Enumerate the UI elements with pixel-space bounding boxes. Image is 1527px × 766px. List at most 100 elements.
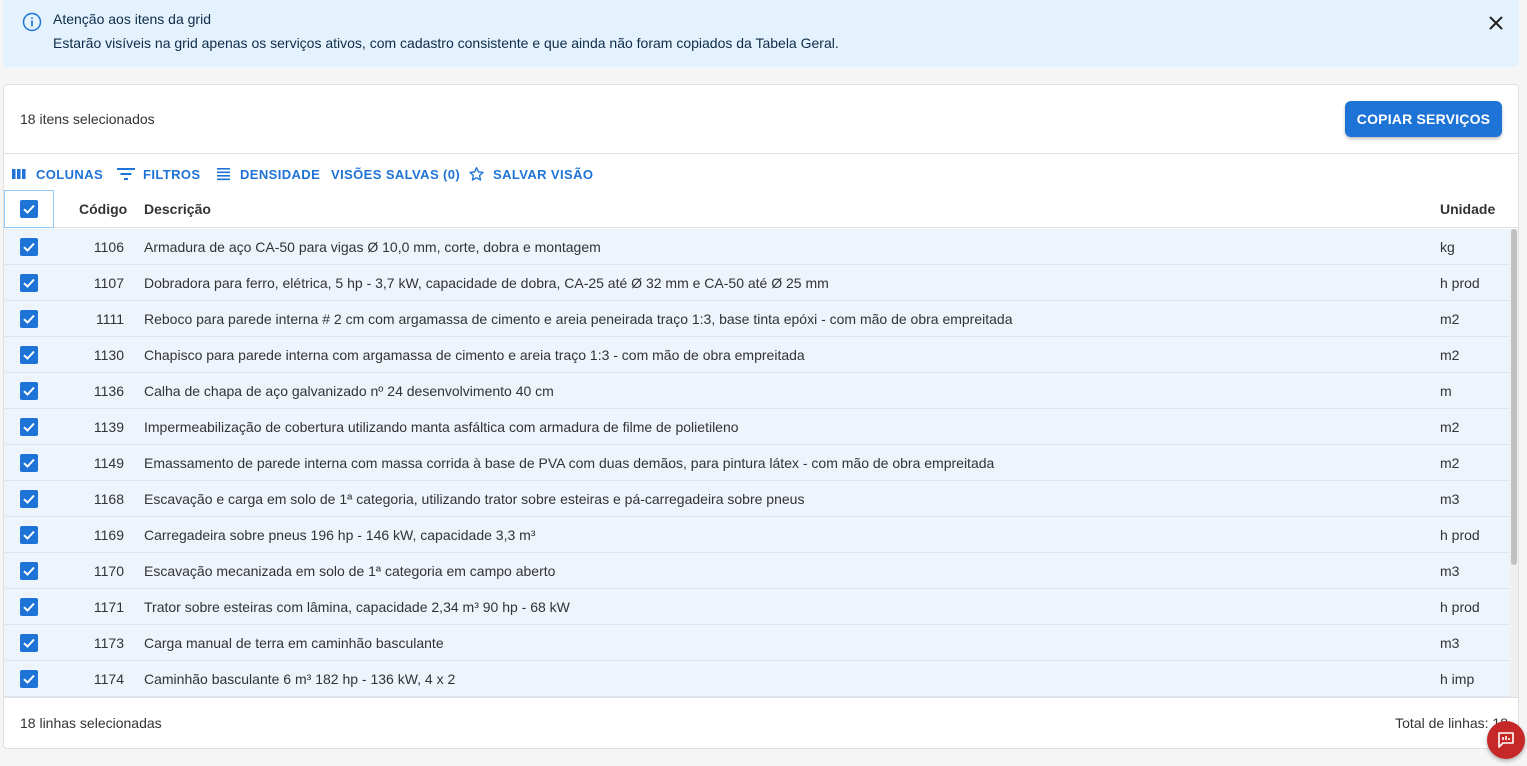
table-row[interactable]: 1170 Escavação mecanizada em solo de 1ª c… — [4, 553, 1510, 589]
row-checkbox[interactable] — [20, 310, 38, 328]
cell-unit: m3 — [1440, 635, 1460, 651]
grid-header: Código Descrição Unidade — [4, 190, 1518, 228]
cell-unit: m — [1440, 383, 1452, 399]
check-icon — [23, 530, 35, 540]
row-checkbox[interactable] — [20, 418, 38, 436]
scroll-thumb[interactable] — [1511, 229, 1517, 565]
cell-unit: h prod — [1440, 527, 1480, 543]
table-row[interactable]: 1106 Armadura de aço CA-50 para vigas Ø 1… — [4, 229, 1510, 265]
cell-unit: kg — [1440, 239, 1455, 255]
table-row[interactable]: 1130 Chapisco para parede interna com arg… — [4, 337, 1510, 373]
feedback-icon — [1498, 732, 1514, 748]
table-row[interactable]: 1173 Carga manual de terra em caminhão ba… — [4, 625, 1510, 661]
cell-unit: m3 — [1440, 491, 1460, 507]
alert-title: Atenção aos itens da grid — [53, 11, 211, 27]
grid-footer: 18 linhas selecionadas Total de linhas: … — [4, 697, 1518, 749]
columns-icon — [12, 169, 26, 179]
cell-unit: m3 — [1440, 563, 1460, 579]
cell-unit: m2 — [1440, 419, 1460, 435]
cell-description: Escavação mecanizada em solo de 1ª categ… — [144, 563, 556, 579]
cell-code: 1136 — [93, 383, 124, 399]
cell-unit: h prod — [1440, 599, 1480, 615]
table-row[interactable]: 1171 Trator sobre esteiras com lâmina, ca… — [4, 589, 1510, 625]
saved-views-button[interactable]: VISÕES SALVAS (0) — [331, 163, 460, 185]
row-checkbox[interactable] — [20, 562, 38, 580]
cell-code: 1106 — [93, 239, 124, 255]
row-checkbox[interactable] — [20, 454, 38, 472]
alert-message: Estarão visíveis na grid apenas os servi… — [53, 35, 839, 51]
table-row[interactable]: 1107 Dobradora para ferro, elétrica, 5 hp… — [4, 265, 1510, 301]
cell-code: 1168 — [93, 491, 124, 507]
table-row[interactable]: 1169 Carregadeira sobre pneus 196 hp - 14… — [4, 517, 1510, 553]
cell-code: 1139 — [93, 419, 124, 435]
cell-unit: h prod — [1440, 275, 1480, 291]
row-checkbox[interactable] — [20, 382, 38, 400]
services-panel: 18 itens selecionados COPIAR SERVIÇOS CO… — [3, 84, 1519, 749]
saved-views-label: VISÕES SALVAS (0) — [331, 166, 461, 182]
cell-description: Carregadeira sobre pneus 196 hp - 146 kW… — [144, 527, 536, 543]
check-icon — [23, 204, 35, 214]
row-checkbox[interactable] — [20, 274, 38, 292]
table-row[interactable]: 1168 Escavação e carga em solo de 1ª cate… — [4, 481, 1510, 517]
info-alert: Atenção aos itens da grid Estarão visíve… — [3, 0, 1519, 67]
row-checkbox[interactable] — [20, 490, 38, 508]
table-row[interactable]: 1136 Calha de chapa de aço galvanizado nº… — [4, 373, 1510, 409]
cell-unit: m2 — [1440, 347, 1460, 363]
header-description[interactable]: Descrição — [144, 190, 211, 228]
cell-code: 1107 — [93, 275, 124, 291]
check-icon — [23, 458, 35, 468]
cell-code: 1169 — [93, 527, 124, 543]
header-code[interactable]: Código — [79, 190, 127, 228]
check-icon — [23, 422, 35, 432]
cell-description: Reboco para parede interna # 2 cm com ar… — [144, 311, 1013, 327]
check-icon — [23, 314, 35, 324]
cell-description: Trator sobre esteiras com lâmina, capaci… — [144, 599, 570, 615]
table-row[interactable]: 1139 Impermeabilização de cobertura utili… — [4, 409, 1510, 445]
cell-code: 1171 — [93, 599, 124, 615]
cell-description: Chapisco para parede interna com argamas… — [144, 347, 805, 363]
row-checkbox[interactable] — [20, 346, 38, 364]
vertical-scrollbar[interactable] — [1510, 229, 1518, 697]
feedback-button[interactable] — [1487, 721, 1525, 759]
cell-unit: m2 — [1440, 455, 1460, 471]
save-view-label: SALVAR VISÃO — [493, 166, 594, 182]
columns-button[interactable]: COLUNAS — [12, 163, 103, 185]
cell-code: 1130 — [93, 347, 124, 363]
save-view-button[interactable]: SALVAR VISÃO — [468, 163, 593, 185]
filters-button[interactable]: FILTROS — [117, 163, 200, 185]
check-icon — [23, 674, 35, 684]
filter-icon — [117, 168, 135, 180]
cell-description: Carga manual de terra em caminhão bascul… — [144, 635, 444, 651]
select-all-checkbox[interactable] — [20, 200, 38, 218]
check-icon — [23, 350, 35, 360]
density-label: DENSIDADE — [240, 166, 321, 182]
cell-description: Armadura de aço CA-50 para vigas Ø 10,0 … — [144, 239, 601, 255]
select-all-cell — [4, 190, 54, 228]
columns-label: COLUNAS — [36, 166, 104, 182]
table-row[interactable]: 1111 Reboco para parede interna # 2 cm co… — [4, 301, 1510, 337]
header-unit[interactable]: Unidade — [1440, 190, 1495, 228]
table-row[interactable]: 1149 Emassamento de parede interna com ma… — [4, 445, 1510, 481]
cell-description: Emassamento de parede interna com massa … — [144, 455, 995, 471]
filters-label: FILTROS — [143, 166, 201, 182]
row-checkbox[interactable] — [20, 526, 38, 544]
check-icon — [23, 638, 35, 648]
selected-count: 18 itens selecionados — [20, 111, 155, 127]
copy-services-button[interactable]: COPIAR SERVIÇOS — [1345, 101, 1502, 137]
cell-description: Calha de chapa de aço galvanizado nº 24 … — [144, 383, 554, 399]
row-checkbox[interactable] — [20, 670, 38, 688]
check-icon — [23, 494, 35, 504]
cell-description: Caminhão basculante 6 m³ 182 hp - 136 kW… — [144, 671, 456, 687]
check-icon — [23, 566, 35, 576]
cell-unit: h imp — [1440, 671, 1475, 687]
grid-toolbar: COLUNAS FILTROS DENSIDADE VISÕES SALVAS … — [4, 163, 1518, 185]
row-checkbox[interactable] — [20, 598, 38, 616]
close-icon[interactable] — [1486, 13, 1506, 33]
cell-code: 1174 — [93, 671, 124, 687]
row-checkbox[interactable] — [20, 634, 38, 652]
table-row[interactable]: 1174 Caminhão basculante 6 m³ 182 hp - 13… — [4, 661, 1510, 697]
density-button[interactable]: DENSIDADE — [216, 163, 320, 185]
row-checkbox[interactable] — [20, 238, 38, 256]
selected-rows-count: 18 linhas selecionadas — [20, 715, 162, 731]
cell-code: 1111 — [95, 311, 124, 327]
